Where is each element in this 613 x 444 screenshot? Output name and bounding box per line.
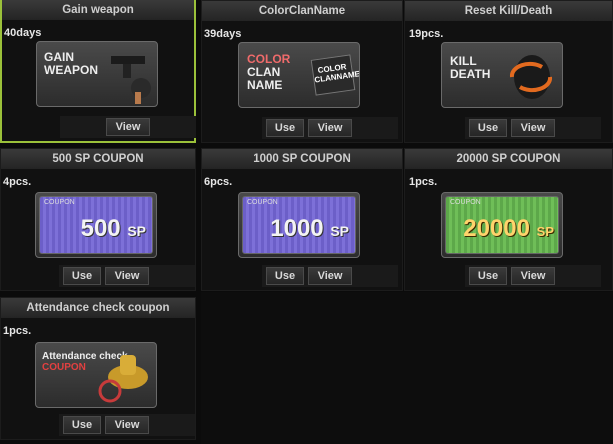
art-line: WEAPON <box>44 63 98 77</box>
view-button[interactable]: View <box>308 119 352 137</box>
item-thumbnail[interactable]: Attendance check COUPON <box>35 342 157 408</box>
item-title: Attendance check coupon <box>1 298 195 318</box>
item-quantity: 40days <box>4 27 42 39</box>
coupon-amount: 500 SP <box>80 215 146 242</box>
item-quantity: 39days <box>204 28 242 40</box>
button-bar: Use View <box>59 414 195 436</box>
item-quantity: 1pcs. <box>409 176 438 188</box>
button-bar: Use View <box>59 265 195 287</box>
use-button[interactable]: Use <box>469 119 507 137</box>
item-thumbnail[interactable]: GAIN WEAPON <box>36 41 158 107</box>
art-line: NAME <box>247 78 283 92</box>
item-quantity: 6pcs. <box>204 176 233 188</box>
item-cell-20000-sp-coupon[interactable]: 20000 SP COUPON 1pcs. COUPON 20000 SP Us… <box>404 148 613 291</box>
view-button[interactable]: View <box>105 416 149 434</box>
item-title: 500 SP COUPON <box>1 149 195 169</box>
gun-icon <box>111 56 151 104</box>
clanname-tag: COLOR CLANNAME <box>310 54 359 96</box>
use-button[interactable]: Use <box>266 267 304 285</box>
coupon-art: COUPON 500 SP <box>39 196 153 254</box>
item-cell-reset-kill-death[interactable]: Reset Kill/Death 19pcs. KILL DEATH Use V… <box>404 0 613 143</box>
item-cell-500-sp-coupon[interactable]: 500 SP COUPON 4pcs. COUPON 500 SP Use Vi… <box>0 148 196 291</box>
item-quantity: 1pcs. <box>3 325 32 337</box>
view-button[interactable]: View <box>308 267 352 285</box>
item-cell-color-clan-name[interactable]: ColorClanName 39days COLOR CLAN NAME COL… <box>201 0 403 143</box>
tag-text: COLOR CLANNAME <box>313 62 360 85</box>
coupon-art: COUPON 1000 SP <box>242 196 356 254</box>
empty-slots-area <box>201 292 613 444</box>
button-bar: Use View <box>262 117 398 139</box>
view-button[interactable]: View <box>106 118 150 136</box>
coupon-tag: COUPON <box>44 199 75 206</box>
button-bar: Use View <box>262 265 398 287</box>
button-bar: Use View <box>465 265 601 287</box>
view-button[interactable]: View <box>511 267 555 285</box>
coupon-art: COUPON 20000 SP <box>445 196 559 254</box>
reset-arrows-icon <box>509 55 553 99</box>
use-button[interactable]: Use <box>63 416 101 434</box>
coupon-tag: COUPON <box>450 199 481 206</box>
item-title: Gain weapon <box>2 0 194 20</box>
view-button[interactable]: View <box>105 267 149 285</box>
use-button[interactable]: Use <box>266 119 304 137</box>
inventory-grid: Gain weapon 40days GAIN WEAPON View Colo… <box>0 0 613 444</box>
item-thumbnail[interactable]: COUPON 20000 SP <box>441 192 563 258</box>
item-title: 20000 SP COUPON <box>405 149 612 169</box>
art-line: DEATH <box>450 67 491 81</box>
item-title: ColorClanName <box>202 1 402 21</box>
use-button[interactable]: Use <box>469 267 507 285</box>
item-thumbnail[interactable]: COLOR CLAN NAME COLOR CLANNAME <box>238 42 360 108</box>
item-title: Reset Kill/Death <box>405 1 612 21</box>
button-bar: Use View <box>465 117 601 139</box>
item-cell-1000-sp-coupon[interactable]: 1000 SP COUPON 6pcs. COUPON 1000 SP Use … <box>201 148 403 291</box>
button-bar: View <box>60 116 196 138</box>
coupon-amount: 20000 SP <box>463 215 554 242</box>
coupon-amount: 1000 SP <box>270 215 349 242</box>
item-thumbnail[interactable]: COUPON 500 SP <box>35 192 157 258</box>
item-quantity: 19pcs. <box>409 28 444 40</box>
item-quantity: 4pcs. <box>3 176 32 188</box>
use-button[interactable]: Use <box>63 267 101 285</box>
item-cell-attendance-coupon[interactable]: Attendance check coupon 1pcs. Attendance… <box>0 297 196 440</box>
stamp-icon <box>98 355 148 403</box>
view-button[interactable]: View <box>511 119 555 137</box>
item-thumbnail[interactable]: KILL DEATH <box>441 42 563 108</box>
item-thumbnail[interactable]: COUPON 1000 SP <box>238 192 360 258</box>
item-cell-gain-weapon[interactable]: Gain weapon 40days GAIN WEAPON View <box>0 0 196 143</box>
coupon-tag: COUPON <box>247 199 278 206</box>
item-title: 1000 SP COUPON <box>202 149 402 169</box>
